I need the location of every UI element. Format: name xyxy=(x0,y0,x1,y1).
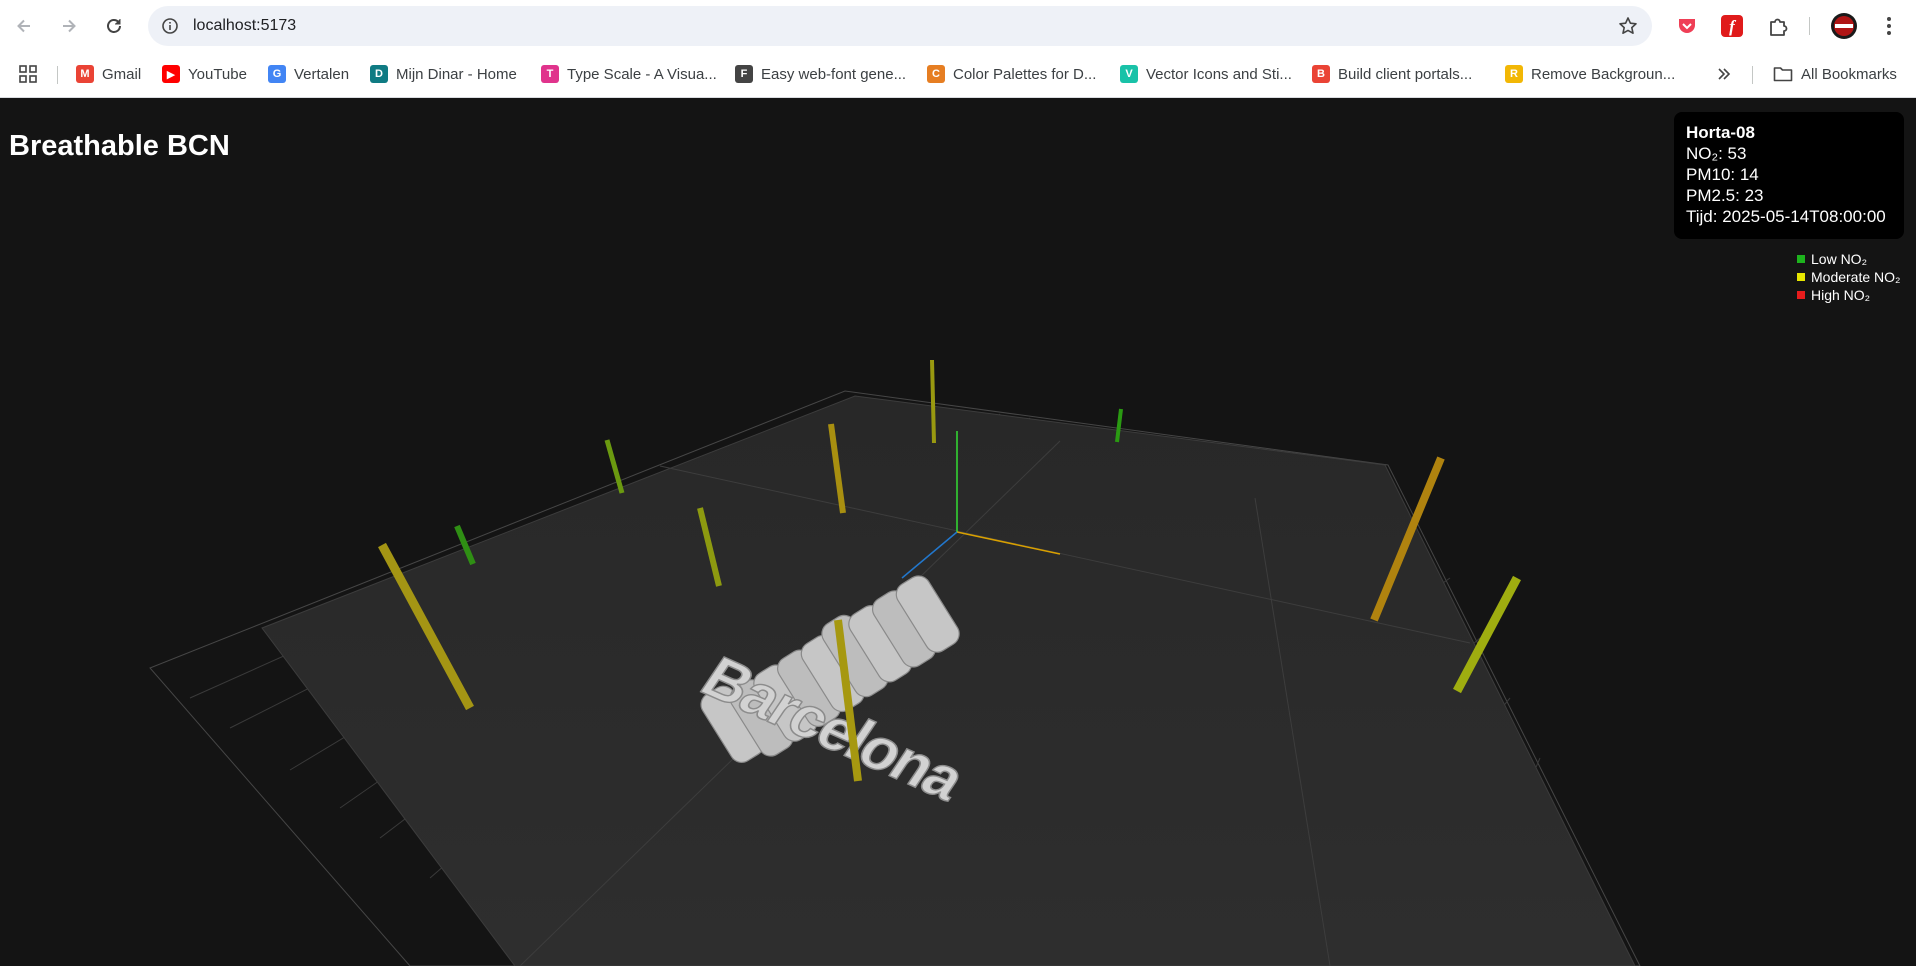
bookmark-vector-icons[interactable]: V Vector Icons and Sti... xyxy=(1120,62,1292,86)
folder-icon xyxy=(1773,67,1793,82)
all-bookmarks-folder[interactable]: All Bookmarks xyxy=(1773,62,1897,86)
forward-button[interactable] xyxy=(52,9,86,43)
legend-item-high: High NO₂ xyxy=(1797,286,1900,304)
toolbar-divider xyxy=(1809,17,1810,35)
legend-item-moderate: Moderate NO₂ xyxy=(1797,268,1900,286)
back-arrow-icon xyxy=(17,19,30,33)
reload-icon xyxy=(107,19,121,33)
reload-button[interactable] xyxy=(97,9,131,43)
pm25-reading: PM2.5: 23 xyxy=(1686,186,1764,205)
browser-menu-icon[interactable] xyxy=(1874,11,1904,41)
legend-item-low: Low NO₂ xyxy=(1797,250,1900,268)
legend-swatch xyxy=(1797,255,1805,263)
browser-toolbar: localhost:5173 f xyxy=(0,0,1916,52)
bookmarks-bar: M Gmail ▶ YouTube G Vertalen D Mijn Dina… xyxy=(0,52,1916,98)
site-info-icon[interactable] xyxy=(156,12,184,40)
no2-reading: NO₂: 53 xyxy=(1686,144,1747,163)
bookmark-client-portals[interactable]: B Build client portals... xyxy=(1312,62,1472,86)
timestamp: Tijd: 2025-05-14T08:00:00 xyxy=(1686,207,1886,226)
bookmark-gmail[interactable]: M Gmail xyxy=(76,62,141,86)
forward-arrow-icon xyxy=(63,19,76,33)
dinar-icon: D xyxy=(370,65,388,83)
palette-icon: C xyxy=(927,65,945,83)
extensions-puzzle-icon[interactable] xyxy=(1763,11,1793,41)
bookmark-remove-background[interactable]: R Remove Backgroun... xyxy=(1505,62,1675,86)
bookmark-star-icon[interactable] xyxy=(1614,12,1642,40)
station-info-panel: Horta-08 NO₂: 53 PM10: 14 PM2.5: 23 Tijd… xyxy=(1674,112,1904,239)
sensor-pillar xyxy=(930,359,936,444)
address-bar[interactable]: localhost:5173 xyxy=(148,6,1652,46)
bookmark-youtube[interactable]: ▶ YouTube xyxy=(162,62,247,86)
scene-3d[interactable]: Barcelona xyxy=(0,98,1916,966)
portals-icon: B xyxy=(1312,65,1330,83)
more-bookmarks-chevron-icon[interactable] xyxy=(1716,62,1732,86)
url-text[interactable]: localhost:5173 xyxy=(193,17,296,35)
back-button[interactable] xyxy=(7,9,41,43)
bookmark-color-palettes[interactable]: C Color Palettes for D... xyxy=(927,62,1096,86)
typescale-icon: T xyxy=(541,65,559,83)
extension-fontface-icon[interactable]: f xyxy=(1717,11,1747,41)
profile-avatar[interactable] xyxy=(1829,11,1859,41)
fontgen-icon: F xyxy=(735,65,753,83)
apps-grid-icon[interactable] xyxy=(18,62,38,86)
station-name: Horta-08 xyxy=(1686,123,1755,142)
legend-swatch xyxy=(1797,273,1805,281)
youtube-icon: ▶ xyxy=(162,65,180,83)
app-title: Breathable BCN xyxy=(9,130,230,162)
gmail-icon: M xyxy=(76,65,94,83)
extension-pocket-icon[interactable] xyxy=(1672,11,1702,41)
legend-swatch xyxy=(1797,291,1805,299)
bookmarks-divider-2 xyxy=(1752,66,1753,84)
app-canvas[interactable]: Barcelona Breathable BCN Horta-08 NO₂: 5… xyxy=(0,98,1916,966)
removebg-icon: R xyxy=(1505,65,1523,83)
bookmark-type-scale[interactable]: T Type Scale - A Visua... xyxy=(541,62,717,86)
pm10-reading: PM10: 14 xyxy=(1686,165,1759,184)
vector-icon: V xyxy=(1120,65,1138,83)
no2-legend: Low NO₂ Moderate NO₂ High NO₂ xyxy=(1797,250,1900,304)
bookmark-mijn-dinar[interactable]: D Mijn Dinar - Home xyxy=(370,62,517,86)
bookmark-vertalen[interactable]: G Vertalen xyxy=(268,62,349,86)
bookmarks-divider xyxy=(57,66,58,84)
translate-icon: G xyxy=(268,65,286,83)
bookmark-webfont-generator[interactable]: F Easy web-font gene... xyxy=(735,62,906,86)
